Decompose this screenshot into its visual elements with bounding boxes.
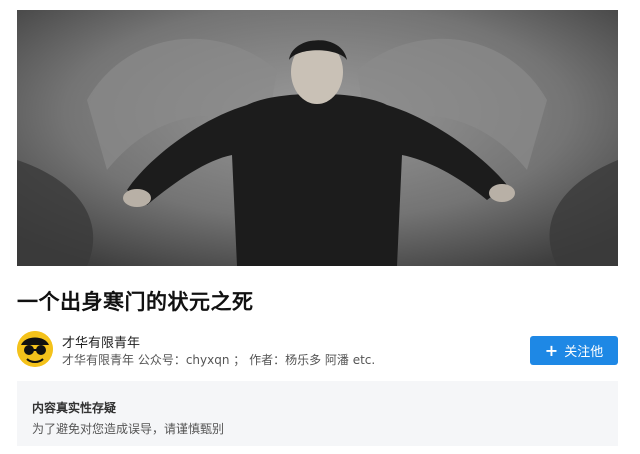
notice-title: 内容真实性存疑 <box>32 401 117 415</box>
author-meta: 才华有限青年 公众号：chyxqn ； 作者：杨乐多 阿潘 etc. <box>62 353 376 367</box>
author-name[interactable]: 才华有限青年 <box>62 332 140 351</box>
article-title: 一个出身寒门的状元之死 <box>17 290 254 314</box>
follow-button[interactable]: + 关注他 <box>530 336 618 365</box>
author-avatar[interactable] <box>17 331 53 367</box>
plus-icon: + <box>544 340 559 360</box>
notice-text: 为了避免对您造成误导，请谨慎甄别 <box>32 422 225 436</box>
cover-image <box>17 10 618 266</box>
avatar-face-icon <box>17 331 53 367</box>
credibility-notice: 内容真实性存疑 为了避免对您造成误导，请谨慎甄别 <box>17 381 618 446</box>
follow-button-label: 关注他 <box>564 345 604 360</box>
cover-photo <box>17 10 618 266</box>
